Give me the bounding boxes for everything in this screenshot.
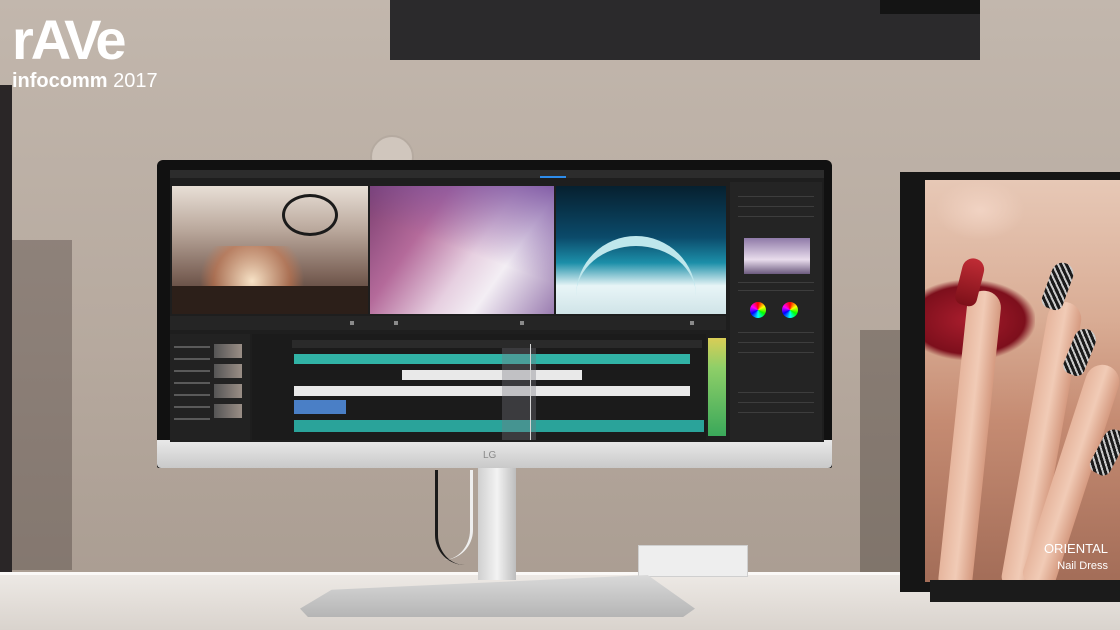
list-item[interactable]	[174, 346, 210, 348]
play-button[interactable]	[520, 321, 524, 325]
playhead[interactable]	[530, 344, 531, 440]
ceiling-panel-edge	[880, 0, 980, 14]
app-title-bar	[170, 170, 824, 178]
lg-logo: LG	[483, 450, 497, 461]
panel-row	[738, 332, 814, 333]
list-item[interactable]	[174, 394, 210, 396]
active-workspace-tab	[540, 176, 566, 178]
event-label: infocomm 2017	[12, 70, 158, 93]
ad-brand-text: ORIENTAL	[1043, 541, 1108, 556]
list-item[interactable]	[174, 406, 210, 408]
left-monitor-edge	[0, 85, 12, 585]
panel-row	[738, 196, 814, 197]
list-item[interactable]	[174, 418, 210, 420]
audio-track-clip[interactable]	[294, 420, 704, 432]
panel-row	[738, 352, 814, 353]
ocean-wave	[576, 236, 696, 306]
face-highlight	[935, 180, 1025, 240]
curved-monitor-screen	[170, 170, 824, 442]
timeline-ruler[interactable]	[292, 340, 702, 348]
panel-row	[738, 402, 814, 403]
play-button[interactable]	[350, 321, 354, 325]
ad-sub-text: Nail Dress	[1057, 560, 1108, 572]
panel-row	[738, 206, 814, 207]
audio-clip[interactable]	[294, 400, 346, 414]
ground	[172, 286, 368, 314]
clip-thumbnail[interactable]	[214, 344, 242, 358]
vertical-monitor-screen: ORIENTAL Nail Dress	[925, 180, 1120, 582]
clip-thumbnail[interactable]	[214, 404, 242, 418]
reference-monitor	[556, 186, 726, 314]
event-year: 2017	[113, 70, 158, 92]
list-item[interactable]	[174, 358, 210, 360]
audio-meters	[708, 338, 726, 436]
event-name: infocomm	[12, 70, 108, 92]
video-track-clip[interactable]	[294, 354, 690, 364]
bike-wheel	[282, 194, 338, 236]
white-cable	[440, 470, 473, 560]
monitor-stand-neck	[478, 468, 516, 580]
monitor-controls-bar	[170, 316, 726, 330]
color-wheel-icon[interactable]	[750, 302, 766, 318]
panel-row	[738, 290, 814, 291]
color-wheel-icon[interactable]	[782, 302, 798, 318]
list-item[interactable]	[174, 370, 210, 372]
clip-thumbnail[interactable]	[214, 364, 242, 378]
program-monitor	[370, 186, 554, 314]
panel-row	[738, 342, 814, 343]
sky-overlay	[370, 186, 554, 314]
source-monitor	[172, 186, 368, 314]
left-shadow	[12, 240, 72, 570]
panel-row	[738, 282, 814, 283]
panel-row	[738, 412, 814, 413]
white-device-box	[638, 545, 748, 577]
vertical-monitor-stand	[930, 580, 1120, 602]
video-track-clip[interactable]	[294, 386, 690, 396]
panel-row	[738, 392, 814, 393]
project-panel[interactable]	[170, 334, 250, 440]
list-item[interactable]	[174, 382, 210, 384]
step-button[interactable]	[394, 321, 398, 325]
lumetri-panel[interactable]	[730, 182, 822, 440]
settings-icon[interactable]	[690, 321, 694, 325]
rave-wordmark: rAVe	[12, 8, 126, 71]
clip-thumbnail[interactable]	[214, 384, 242, 398]
rave-logo: rAVe infocomm 2017	[12, 12, 158, 93]
panel-row	[738, 216, 814, 217]
timeline-panel[interactable]	[252, 334, 706, 440]
title-clip[interactable]	[402, 370, 582, 380]
panel-thumbnail	[744, 238, 810, 274]
